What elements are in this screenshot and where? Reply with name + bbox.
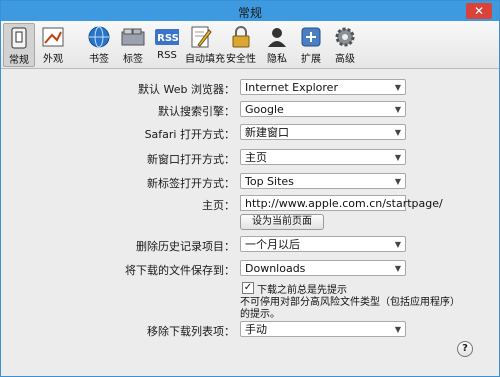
tab-label: 外观 <box>43 54 63 65</box>
set-current-row: 设为当前页面 <box>1 214 499 232</box>
remove-download-list-row: 移除下载列表项： 手动 ▼ <box>1 321 499 339</box>
homepage-row: 主页： http://www.apple.com.cn/startpage/ <box>1 195 499 213</box>
tab-label: 高级 <box>335 54 355 65</box>
tab-advanced[interactable]: 高级 <box>329 23 361 67</box>
new-window-select[interactable]: 主页 ▼ <box>240 149 406 165</box>
chevron-down-icon: ▼ <box>394 264 401 273</box>
rss-icon: RSS <box>155 25 179 49</box>
tab-label: 常规 <box>9 55 29 66</box>
search-engine-value: Google <box>245 103 284 116</box>
chevron-down-icon: ▼ <box>394 128 401 137</box>
chevron-down-icon: ▼ <box>394 153 401 162</box>
tab-privacy[interactable]: 隐私 <box>261 23 293 67</box>
new-window-label: 新窗口打开方式： <box>147 153 235 166</box>
lock-icon <box>229 25 253 49</box>
tab-label: 安全性 <box>226 54 256 65</box>
tab-tabs[interactable]: 标签 <box>117 23 149 67</box>
preferences-window: 常规 ✕ 常规 外观 书签 标签 RSS RSS 自动填充 安全性 隐私 扩展 … <box>0 0 500 377</box>
safari-open-value: 新建窗口 <box>245 126 289 139</box>
search-engine-row: 默认搜索引擎： Google ▼ <box>1 101 499 119</box>
bookmarks-globe-icon <box>87 25 111 49</box>
tab-bookmarks[interactable]: 书签 <box>83 23 115 67</box>
svg-text:RSS: RSS <box>157 33 179 44</box>
remove-download-list-select[interactable]: 手动 ▼ <box>240 321 406 337</box>
tab-general[interactable]: 常规 <box>3 23 35 67</box>
remove-history-label: 删除历史记录项目： <box>136 240 235 253</box>
chevron-down-icon: ▼ <box>394 105 401 114</box>
tab-label: 隐私 <box>267 54 287 65</box>
gear-icon <box>333 25 357 49</box>
chevron-down-icon: ▼ <box>394 177 401 186</box>
tab-label: 扩展 <box>301 54 321 65</box>
remove-download-list-value: 手动 <box>245 323 267 336</box>
new-window-row: 新窗口打开方式： 主页 ▼ <box>1 149 499 167</box>
safari-open-select[interactable]: 新建窗口 ▼ <box>240 124 406 140</box>
tab-extensions[interactable]: 扩展 <box>295 23 327 67</box>
save-downloads-select[interactable]: Downloads ▼ <box>240 260 406 276</box>
title-bar: 常规 ✕ <box>1 1 499 22</box>
search-engine-label: 默认搜索引擎： <box>158 105 235 118</box>
window-title: 常规 <box>237 6 262 20</box>
safari-open-label: Safari 打开方式： <box>144 128 235 141</box>
chevron-down-icon: ▼ <box>394 83 401 92</box>
chevron-down-icon: ▼ <box>394 240 401 249</box>
remove-history-value: 一个月以后 <box>245 238 300 251</box>
tab-autofill[interactable]: 自动填充 <box>185 23 225 67</box>
chevron-down-icon: ▼ <box>394 325 401 334</box>
save-downloads-value: Downloads <box>245 262 306 275</box>
default-browser-select[interactable]: Internet Explorer ▼ <box>240 79 406 95</box>
extensions-puzzle-icon <box>299 25 323 49</box>
homepage-label: 主页： <box>202 199 235 212</box>
privacy-person-icon <box>265 25 289 49</box>
set-current-page-button[interactable]: 设为当前页面 <box>240 214 324 230</box>
close-button[interactable]: ✕ <box>466 3 492 19</box>
switch-icon <box>7 26 31 50</box>
appearance-icon <box>41 25 65 49</box>
remove-download-list-label: 移除下载列表项： <box>147 325 235 338</box>
help-button[interactable]: ? <box>457 341 473 357</box>
general-settings-panel: 默认 Web 浏览器： Internet Explorer ▼ 默认搜索引擎： … <box>1 69 499 376</box>
search-engine-select[interactable]: Google ▼ <box>240 101 406 117</box>
preferences-toolbar: 常规 外观 书签 标签 RSS RSS 自动填充 安全性 隐私 扩展 高级 <box>1 21 499 69</box>
tab-label: 标签 <box>123 54 143 65</box>
default-browser-value: Internet Explorer <box>245 81 338 94</box>
new-tab-row: 新标签打开方式： Top Sites ▼ <box>1 173 499 191</box>
default-browser-row: 默认 Web 浏览器： Internet Explorer ▼ <box>1 79 499 97</box>
new-tab-label: 新标签打开方式： <box>147 177 235 190</box>
download-note-line2: 的提示。 <box>240 309 280 320</box>
tabs-icon <box>121 25 145 49</box>
save-downloads-label: 将下载的文件保存到： <box>125 264 235 277</box>
homepage-input[interactable]: http://www.apple.com.cn/startpage/ <box>240 195 443 211</box>
tab-label: 自动填充 <box>185 54 225 65</box>
new-window-value: 主页 <box>245 151 267 164</box>
tab-rss[interactable]: RSS RSS <box>151 23 183 67</box>
new-tab-select[interactable]: Top Sites ▼ <box>240 173 406 189</box>
new-tab-value: Top Sites <box>245 175 294 188</box>
autofill-pen-icon <box>189 25 213 49</box>
safari-open-row: Safari 打开方式： 新建窗口 ▼ <box>1 124 499 142</box>
tab-label: RSS <box>157 50 177 61</box>
default-browser-label: 默认 Web 浏览器： <box>138 83 235 96</box>
save-downloads-row: 将下载的文件保存到： Downloads ▼ <box>1 260 499 278</box>
remove-history-row: 删除历史记录项目： 一个月以后 ▼ <box>1 236 499 254</box>
tab-label: 书签 <box>89 54 109 65</box>
tab-security[interactable]: 安全性 <box>225 23 257 67</box>
remove-history-select[interactable]: 一个月以后 ▼ <box>240 236 406 252</box>
tab-appearance[interactable]: 外观 <box>37 23 69 67</box>
